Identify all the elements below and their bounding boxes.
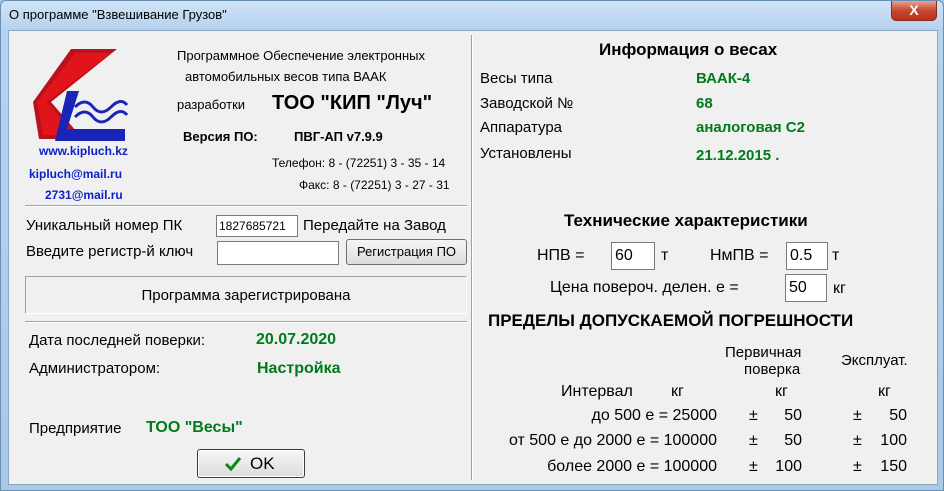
status-panel: Программа зарегистрирована — [25, 276, 467, 314]
exploit-unit: кг — [878, 383, 891, 400]
fax-text: Факс: 8 - (72251) 3 - 27 - 31 — [299, 178, 450, 192]
installed-value: 21.12.2015 . — [696, 147, 780, 164]
company-logo — [33, 49, 129, 141]
table-row: до 500 е = 25000 ± 50 ± 50 — [469, 407, 939, 431]
primary-unit: кг — [775, 383, 788, 400]
close-icon: X — [909, 2, 919, 18]
verification-date-value: 20.07.2020 — [256, 331, 337, 348]
errors-table: до 500 е = 25000 ± 50 ± 50 от 500 е до 2… — [469, 407, 939, 485]
close-button[interactable]: X — [891, 1, 937, 21]
dialog-body: Программное Обеспечение электронных авто… — [8, 30, 938, 485]
row-interval: от 500 е до 2000 е = 100000 — [508, 432, 717, 449]
divider-top — [25, 205, 467, 207]
serial-label: Заводской № — [480, 95, 574, 112]
about-line1: Программное Обеспечение электронных — [177, 48, 426, 63]
division-field[interactable]: 50 — [785, 274, 827, 302]
window-title: О программе "Взвешивание Грузов" — [9, 7, 227, 22]
col-primary-line1: Первичная — [725, 344, 802, 361]
division-label: Цена повероч. делен. е = — [550, 279, 739, 296]
npv-unit: т — [661, 247, 669, 264]
ok-button[interactable]: OK — [197, 449, 305, 478]
admin-value: Настройка — [257, 360, 341, 377]
row-exploit-sign: ± — [853, 432, 862, 449]
row-interval: до 500 е = 25000 — [591, 407, 717, 424]
npv-label: НПВ = — [537, 247, 585, 264]
nmpv-label: НмПВ = — [710, 247, 769, 264]
registration-status: Программа зарегистрирована — [141, 287, 351, 304]
npv-field[interactable]: 60 — [611, 242, 655, 270]
interval-label: Интервал — [561, 383, 633, 400]
row-primary: 100 — [775, 458, 802, 475]
serial-value: 68 — [696, 95, 713, 112]
interval-unit: кг — [671, 383, 684, 400]
check-icon — [224, 457, 242, 472]
key-input[interactable] — [217, 241, 339, 265]
divider-bottom — [25, 321, 467, 323]
row-exploit: 150 — [880, 458, 907, 475]
company-value: ТОО "Весы" — [146, 419, 243, 436]
col-exploit: Эксплуат. — [841, 352, 908, 369]
col-primary-line2: поверка — [744, 361, 801, 378]
scale-type-value: ВААК-4 — [696, 70, 751, 87]
send-label: Передайте на Завод — [303, 217, 446, 234]
developer-name: ТОО "КИП "Луч" — [272, 92, 433, 114]
ok-label: OK — [250, 454, 275, 473]
row-interval: более 2000 е = 100000 — [547, 458, 717, 475]
hardware-value: аналоговая С2 — [696, 119, 805, 136]
about-line2: автомобильных весов типа ВААК — [185, 69, 387, 84]
nmpv-field[interactable]: 0.5 — [786, 242, 828, 270]
row-primary-sign: ± — [749, 458, 758, 475]
scale-info-heading: Информация о весах — [599, 40, 778, 59]
row-primary-sign: ± — [749, 432, 758, 449]
installed-label: Установлены — [480, 145, 572, 162]
version-value: ПВГ-АП v7.9.9 — [294, 129, 383, 144]
row-exploit: 100 — [880, 432, 907, 449]
scale-type-label: Весы типа — [480, 70, 553, 87]
specs-heading: Технические характеристики — [564, 211, 808, 230]
email-link-1[interactable]: kipluch@mail.ru — [29, 167, 122, 181]
row-primary-sign: ± — [749, 407, 758, 424]
phone-text: Телефон: 8 - (72251) 3 - 35 - 14 — [272, 156, 446, 170]
site-link[interactable]: www.kipluch.kz — [39, 144, 128, 158]
company-label: Предприятие — [29, 420, 122, 437]
developer-label: разработки — [177, 97, 246, 112]
admin-label: Администратором: — [29, 360, 161, 377]
verification-date-label: Дата последней поверки: — [29, 332, 206, 349]
errors-heading: ПРЕДЕЛЫ ДОПУСКАЕМОЙ ПОГРЕШНОСТИ — [488, 311, 854, 330]
key-label: Введите регистр-й ключ — [26, 243, 194, 260]
table-row: от 500 е до 2000 е = 100000 ± 50 ± 100 — [469, 432, 939, 456]
pc-id-field[interactable]: 1827685721 — [216, 215, 298, 237]
division-unit: кг — [833, 280, 846, 297]
email-link-2[interactable]: 2731@mail.ru — [45, 188, 123, 202]
register-button[interactable]: Регистрация ПО — [346, 239, 467, 265]
about-window: О программе "Взвешивание Грузов" X Прогр… — [0, 0, 944, 491]
hardware-label: Аппаратура — [480, 119, 563, 136]
row-exploit-sign: ± — [853, 407, 862, 424]
nmpv-unit: т — [832, 247, 840, 264]
row-primary: 50 — [784, 407, 802, 424]
row-exploit-sign: ± — [853, 458, 862, 475]
version-label: Версия ПО: — [183, 129, 258, 144]
row-exploit: 50 — [889, 407, 907, 424]
table-row: более 2000 е = 100000 ± 100 ± 150 — [469, 458, 939, 482]
row-primary: 50 — [784, 432, 802, 449]
pc-id-label: Уникальный номер ПК — [26, 217, 183, 234]
